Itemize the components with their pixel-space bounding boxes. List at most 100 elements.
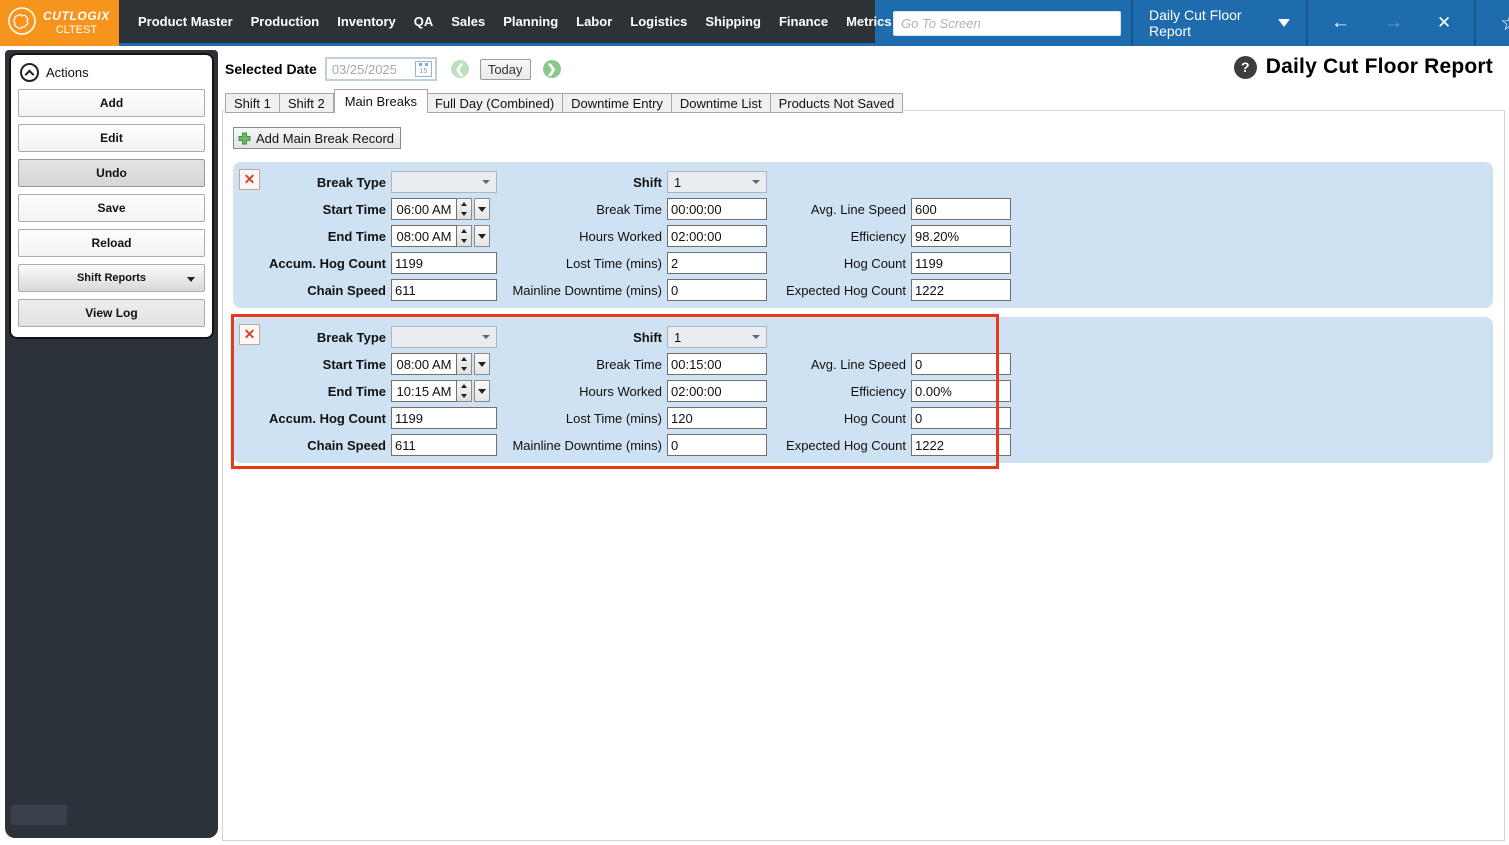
save-button[interactable]: Save: [18, 194, 205, 222]
collapse-chevron-icon[interactable]: [20, 63, 39, 82]
time-spinner[interactable]: [457, 225, 472, 247]
delete-record-button[interactable]: ✕: [239, 323, 260, 345]
end-time-picker: [391, 225, 497, 247]
shift-label: Shift: [633, 174, 662, 190]
goto-screen-input[interactable]: [893, 10, 1121, 36]
chain-speed-input[interactable]: [391, 434, 497, 456]
chevron-down-icon: [752, 335, 760, 339]
brand-icon: [7, 6, 37, 41]
green-plus-icon: [238, 132, 251, 145]
lost-time-mins-label: Lost Time (mins): [565, 255, 662, 271]
menu-item-sales[interactable]: Sales: [442, 14, 494, 29]
end-time-picker: [391, 380, 497, 402]
close-icon[interactable]: ✕: [1420, 13, 1468, 33]
expected-hog-count-input[interactable]: [911, 279, 1011, 301]
break-type-combobox[interactable]: [391, 171, 497, 193]
time-dropdown-button[interactable]: [474, 380, 490, 402]
previous-day-icon[interactable]: ❮: [450, 60, 469, 78]
next-day-icon[interactable]: ❯: [542, 60, 561, 78]
time-spinner[interactable]: [457, 353, 472, 375]
shift-reports-button[interactable]: Shift Reports: [18, 264, 205, 292]
view-log-button[interactable]: View Log: [18, 299, 205, 327]
shift-combobox[interactable]: 1: [667, 171, 767, 193]
tab-products-not-saved[interactable]: Products Not Saved: [770, 93, 904, 113]
time-dropdown-button[interactable]: [474, 353, 490, 375]
spinner-down-icon: [461, 367, 467, 371]
screen-selector-dropdown[interactable]: Daily Cut Floor Report: [1131, 0, 1306, 46]
today-button[interactable]: Today: [479, 58, 531, 80]
break-time-input[interactable]: [667, 353, 767, 375]
hog-count-input[interactable]: [911, 407, 1011, 429]
menu-item-finance[interactable]: Finance: [770, 14, 837, 29]
end-time-label: End Time: [327, 383, 386, 399]
time-dropdown-button[interactable]: [474, 198, 490, 220]
time-dropdown-button[interactable]: [474, 225, 490, 247]
end-time-input[interactable]: [391, 380, 457, 402]
expected-hog-count-input[interactable]: [911, 434, 1011, 456]
selected-date-value: 03/25/2025: [331, 61, 397, 77]
chevron-down-icon: [752, 180, 760, 184]
menu-item-production[interactable]: Production: [242, 14, 329, 29]
menu-item-shipping[interactable]: Shipping: [696, 14, 770, 29]
chevron-down-icon: [482, 180, 490, 184]
accum-hog-count-input[interactable]: [391, 407, 497, 429]
tab-downtime-list[interactable]: Downtime List: [671, 93, 771, 113]
add-button[interactable]: Add: [18, 89, 205, 117]
tab-downtime-entry[interactable]: Downtime Entry: [563, 93, 672, 113]
time-spinner[interactable]: [457, 198, 472, 220]
sidebar-footer-tab: [11, 805, 67, 825]
start-time-input[interactable]: [391, 353, 457, 375]
avg-line-speed-input[interactable]: [911, 353, 1011, 375]
spinner-up-icon: [461, 357, 467, 361]
menu-item-qa[interactable]: QA: [405, 14, 443, 29]
calendar-icon[interactable]: 15: [414, 61, 432, 77]
add-main-break-record-button[interactable]: Add Main Break Record: [233, 127, 402, 149]
efficiency-input[interactable]: [911, 380, 1011, 402]
selected-date-picker[interactable]: 03/25/2025 15: [324, 57, 437, 81]
break-type-combobox[interactable]: [391, 326, 497, 348]
efficiency-label: Efficiency: [850, 228, 906, 244]
accum-hog-count-input[interactable]: [391, 252, 497, 274]
delete-record-button[interactable]: ✕: [239, 168, 260, 190]
tab-full-day-combined[interactable]: Full Day (Combined): [426, 93, 564, 113]
avg-line-speed-input[interactable]: [911, 198, 1011, 220]
edit-button[interactable]: Edit: [18, 124, 205, 152]
menu-item-inventory[interactable]: Inventory: [328, 14, 405, 29]
break-time-input[interactable]: [667, 198, 767, 220]
mainline-downtime-mins-input[interactable]: [667, 279, 767, 301]
favorite-star-icon[interactable]: ☆: [1500, 11, 1509, 36]
menu-item-labor[interactable]: Labor: [567, 14, 621, 29]
menu-item-logistics[interactable]: Logistics: [621, 14, 696, 29]
undo-button[interactable]: Undo: [18, 159, 205, 187]
tab-shift-1[interactable]: Shift 1: [225, 93, 280, 113]
lost-time-mins-input[interactable]: [667, 252, 767, 274]
break-type-label: Break Type: [316, 174, 386, 190]
time-spinner[interactable]: [457, 380, 472, 402]
chain-speed-input[interactable]: [391, 279, 497, 301]
forward-arrow-icon[interactable]: →: [1367, 12, 1420, 34]
chain-speed-label: Chain Speed: [307, 437, 386, 453]
spinner-down-icon: [461, 212, 467, 216]
end-time-input[interactable]: [391, 225, 457, 247]
help-icon[interactable]: ?: [1233, 55, 1257, 79]
chevron-down-icon: [478, 388, 486, 394]
avg-line-speed-label: Avg. Line Speed: [810, 356, 906, 372]
tab-main-breaks[interactable]: Main Breaks: [333, 89, 428, 113]
back-arrow-icon[interactable]: ←: [1314, 12, 1367, 34]
start-time-input[interactable]: [391, 198, 457, 220]
tab-shift-2[interactable]: Shift 2: [279, 93, 334, 113]
hog-count-input[interactable]: [911, 252, 1011, 274]
hours-worked-input[interactable]: [667, 225, 767, 247]
chevron-down-icon: [478, 233, 486, 239]
menu-item-product-master[interactable]: Product Master: [129, 14, 242, 29]
shift-combobox[interactable]: 1: [667, 326, 767, 348]
menu-item-planning[interactable]: Planning: [494, 14, 567, 29]
reload-button[interactable]: Reload: [18, 229, 205, 257]
app-logo[interactable]: CUTLOGIX CLTEST: [0, 0, 119, 46]
spinner-down-icon: [461, 239, 467, 243]
hours-worked-input[interactable]: [667, 380, 767, 402]
screen-selector-label: Daily Cut Floor Report: [1149, 7, 1242, 39]
mainline-downtime-mins-input[interactable]: [667, 434, 767, 456]
efficiency-input[interactable]: [911, 225, 1011, 247]
lost-time-mins-input[interactable]: [667, 407, 767, 429]
